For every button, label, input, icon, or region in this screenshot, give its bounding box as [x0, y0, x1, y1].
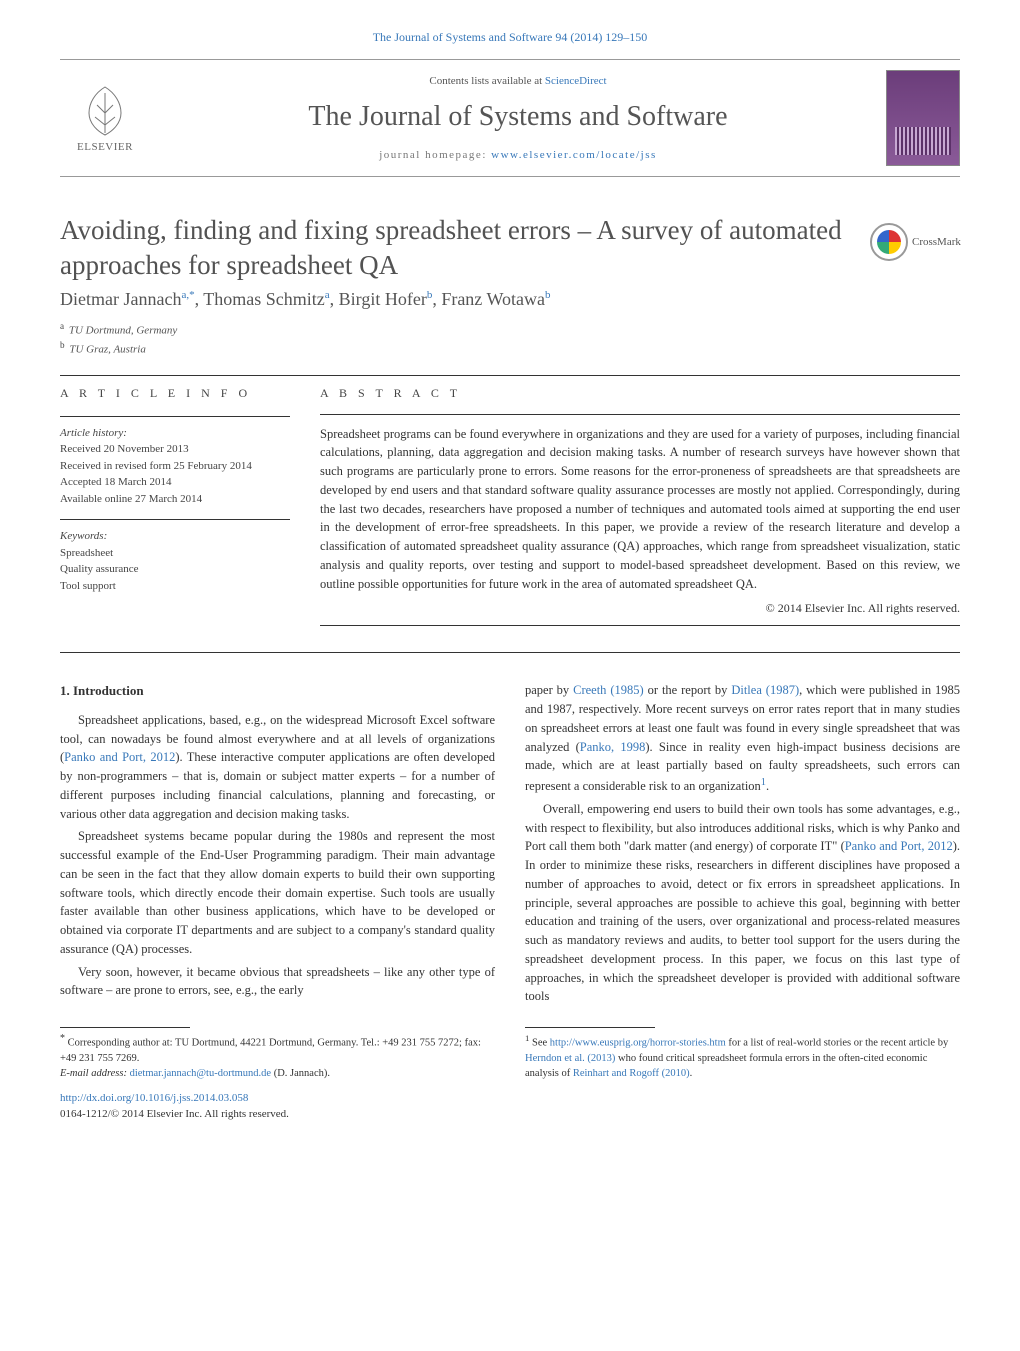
history-head: Article history: — [60, 425, 290, 442]
contents-available-line: Contents lists available at ScienceDirec… — [162, 75, 874, 87]
abstract: a b s t r a c t Spreadsheet programs can… — [320, 384, 960, 635]
history-item: Received in revised form 25 February 201… — [60, 458, 290, 475]
footnote-link[interactable]: http://www.eusprig.org/horror-stories.ht… — [550, 1038, 726, 1049]
affiliation-b: b TU Graz, Austria — [60, 339, 960, 358]
journal-reference: The Journal of Systems and Software 94 (… — [60, 30, 960, 45]
keyword: Spreadsheet — [60, 545, 290, 562]
abstract-label: a b s t r a c t — [320, 384, 960, 402]
affiliations: a TU Dortmund, Germany b TU Graz, Austri… — [60, 320, 960, 358]
rule — [320, 414, 960, 415]
crossmark-label: CrossMark — [912, 236, 961, 248]
rule — [60, 375, 960, 376]
footnotes: * Corresponding author at: TU Dortmund, … — [60, 1027, 960, 1122]
rule — [320, 625, 960, 626]
contents-prefix: Contents lists available at — [429, 75, 544, 87]
article-info: a r t i c l e i n f o Article history: R… — [60, 384, 290, 635]
homepage-line: journal homepage: www.elsevier.com/locat… — [162, 149, 874, 161]
affiliation-a: a TU Dortmund, Germany — [60, 320, 960, 339]
doi-link[interactable]: http://dx.doi.org/10.1016/j.jss.2014.03.… — [60, 1092, 248, 1104]
footnote-rule — [525, 1027, 655, 1028]
elsevier-label: ELSEVIER — [77, 141, 133, 153]
journal-name: The Journal of Systems and Software — [162, 101, 874, 133]
elsevier-logo: ELSEVIER — [60, 73, 150, 163]
homepage-prefix: journal homepage: — [379, 149, 491, 161]
citation-link[interactable]: Herndon et al. (2013) — [525, 1053, 615, 1064]
paragraph: Spreadsheet applications, based, e.g., o… — [60, 711, 495, 824]
article-history: Article history: Received 20 November 20… — [60, 425, 290, 508]
footnote-rule — [60, 1027, 190, 1028]
cover-strip — [895, 127, 951, 155]
citation-link[interactable]: Reinhart and Rogoff (2010) — [573, 1068, 690, 1079]
main-body: 1. Introduction Spreadsheet applications… — [60, 681, 960, 1007]
paragraph: paper by Creeth (1985) or the report by … — [525, 681, 960, 796]
email-line: E-mail address: dietmar.jannach@tu-dortm… — [60, 1066, 495, 1081]
author-3: Birgit Hoferb — [339, 289, 433, 309]
journal-reference-link[interactable]: The Journal of Systems and Software 94 (… — [373, 30, 648, 44]
history-item: Available online 27 March 2014 — [60, 491, 290, 508]
citation-link[interactable]: Panko and Port, 2012 — [64, 750, 175, 764]
history-item: Accepted 18 March 2014 — [60, 474, 290, 491]
footnote-left: * Corresponding author at: TU Dortmund, … — [60, 1027, 495, 1122]
footnote-right: 1 See http://www.eusprig.org/horror-stor… — [525, 1027, 960, 1122]
journal-cover-thumb — [886, 70, 960, 166]
citation-link[interactable]: Ditlea (1987) — [731, 683, 799, 697]
issn-line: 0164-1212/© 2014 Elsevier Inc. All right… — [60, 1108, 289, 1120]
email-label: E-mail address: — [60, 1068, 130, 1079]
author-4: Franz Wotawab — [441, 289, 550, 309]
citation-link[interactable]: Panko and Port, 2012 — [845, 839, 953, 853]
elsevier-tree-icon — [75, 83, 135, 139]
header-center: Contents lists available at ScienceDirec… — [150, 75, 886, 161]
rule — [60, 416, 290, 417]
article-info-label: a r t i c l e i n f o — [60, 384, 290, 402]
page-container: The Journal of Systems and Software 94 (… — [0, 0, 1020, 1162]
abstract-copyright: © 2014 Elsevier Inc. All rights reserved… — [320, 599, 960, 617]
paragraph: Spreadsheet systems became popular durin… — [60, 827, 495, 958]
footnote-1: 1 See http://www.eusprig.org/horror-stor… — [525, 1032, 960, 1081]
title-row: Avoiding, finding and fixing spreadsheet… — [60, 213, 960, 283]
citation-link[interactable]: Panko, 1998 — [580, 740, 646, 754]
journal-header: ELSEVIER Contents lists available at Sci… — [60, 59, 960, 177]
keyword: Tool support — [60, 578, 290, 595]
email-link[interactable]: dietmar.jannach@tu-dortmund.de — [130, 1068, 271, 1079]
corresponding-author: * Corresponding author at: TU Dortmund, … — [60, 1032, 495, 1066]
citation-link[interactable]: Creeth (1985) — [573, 683, 644, 697]
authors-line: Dietmar Jannacha,*, Thomas Schmitza, Bir… — [60, 289, 960, 310]
rule — [60, 652, 960, 653]
sciencedirect-link[interactable]: ScienceDirect — [545, 75, 607, 87]
keyword: Quality assurance — [60, 561, 290, 578]
paper-title: Avoiding, finding and fixing spreadsheet… — [60, 213, 870, 283]
info-abstract-row: a r t i c l e i n f o Article history: R… — [60, 384, 960, 635]
rule — [60, 519, 290, 520]
crossmark-icon — [870, 223, 908, 261]
doi-block: http://dx.doi.org/10.1016/j.jss.2014.03.… — [60, 1091, 495, 1122]
paragraph: Overall, empowering end users to build t… — [525, 800, 960, 1006]
keywords-head: Keywords: — [60, 528, 290, 545]
paragraph: Very soon, however, it became obvious th… — [60, 963, 495, 1001]
author-2: Thomas Schmitza — [203, 289, 329, 309]
abstract-text: Spreadsheet programs can be found everyw… — [320, 425, 960, 594]
keywords-block: Keywords: Spreadsheet Quality assurance … — [60, 528, 290, 594]
author-1: Dietmar Jannacha,* — [60, 289, 195, 309]
homepage-link[interactable]: www.elsevier.com/locate/jss — [491, 149, 657, 161]
history-item: Received 20 November 2013 — [60, 441, 290, 458]
crossmark-badge[interactable]: CrossMark — [870, 217, 960, 267]
section-heading-1: 1. Introduction — [60, 681, 495, 701]
